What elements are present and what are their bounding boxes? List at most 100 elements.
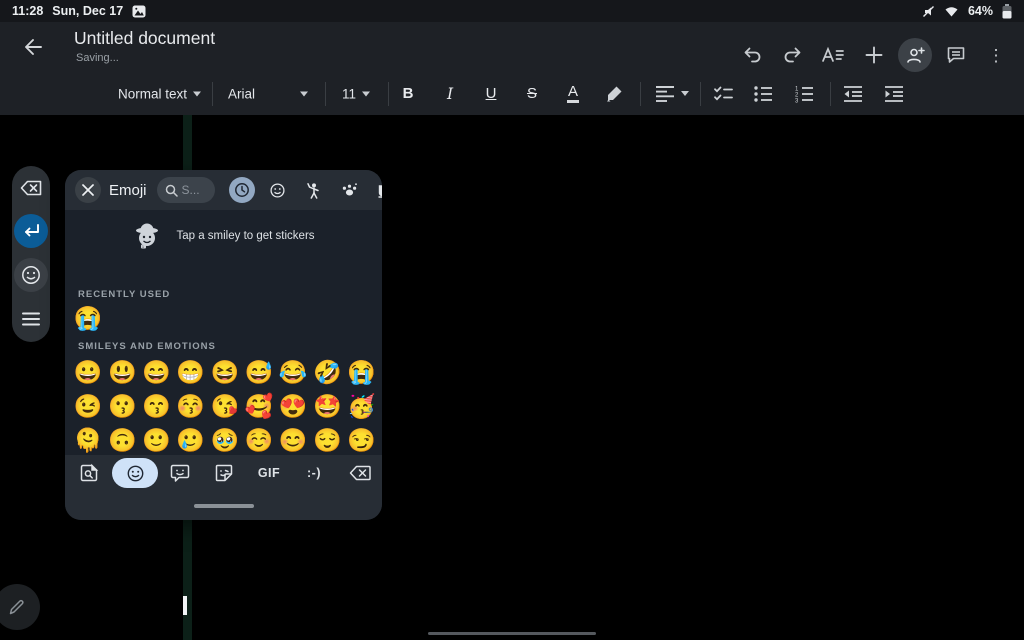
strikethrough-button[interactable]: S xyxy=(513,77,551,111)
emoji-item[interactable]: 😭 xyxy=(71,301,105,335)
emoji-item[interactable]: 😌 xyxy=(310,423,344,457)
numbered-list-button[interactable]: 123 xyxy=(785,77,823,111)
bulleted-list-button[interactable] xyxy=(744,77,782,111)
svg-text:1: 1 xyxy=(142,245,144,249)
undo-icon[interactable] xyxy=(732,35,772,75)
emoji-keyboard-button[interactable] xyxy=(14,258,48,292)
indent-button[interactable] xyxy=(875,77,913,111)
emoji-item[interactable]: 😏 xyxy=(345,423,379,457)
emoji-item[interactable]: 🙂 xyxy=(139,423,173,457)
emoji-item[interactable]: 😉 xyxy=(71,389,105,423)
emoji-item[interactable]: 😄 xyxy=(139,355,173,389)
emoji-item[interactable]: 😗 xyxy=(105,389,139,423)
font-size-dropdown[interactable]: 11 xyxy=(342,86,370,101)
back-icon[interactable] xyxy=(18,32,48,62)
paragraph-style-dropdown[interactable]: Normal text xyxy=(118,86,201,101)
checklist-icon xyxy=(713,85,733,103)
comment-icon[interactable] xyxy=(936,35,976,75)
status-bar: 11:28 Sun, Dec 17 64% xyxy=(0,0,1024,22)
smiley-icon xyxy=(20,264,42,286)
emoji-item[interactable]: 😊 xyxy=(276,423,310,457)
category-animals-nature[interactable] xyxy=(337,177,363,203)
emoji-item[interactable]: 🥳 xyxy=(345,389,379,423)
bold-button[interactable]: B xyxy=(389,77,427,111)
stickers-tab[interactable] xyxy=(170,463,190,483)
smileys-emotions-icon xyxy=(269,182,286,199)
emoji-item[interactable]: 😁 xyxy=(174,355,208,389)
emoji-item[interactable]: 😃 xyxy=(105,355,139,389)
clipboard-search-icon xyxy=(79,463,99,483)
indent-increase-icon xyxy=(884,85,904,103)
share-button[interactable] xyxy=(895,35,935,75)
format-text-icon[interactable] xyxy=(813,35,853,75)
menu-button[interactable] xyxy=(14,302,48,336)
redo-icon[interactable] xyxy=(772,35,812,75)
align-left-icon xyxy=(655,85,675,103)
emoji-item[interactable]: 😭 xyxy=(345,355,379,389)
underline-button[interactable]: U xyxy=(472,77,510,111)
indent-decrease-icon xyxy=(843,85,863,103)
emoji-category-tabs xyxy=(229,177,382,203)
emoji-grid-row: 😀😃😄😁😆😅😂🤣😭 xyxy=(71,355,379,389)
document-title[interactable]: Untitled document xyxy=(74,28,215,49)
divider xyxy=(830,82,831,106)
backspace-button[interactable] xyxy=(14,171,48,205)
panel-drag-handle[interactable] xyxy=(194,504,254,508)
emoji-item[interactable]: 🥲 xyxy=(174,423,208,457)
emoji-kitchen-tab[interactable] xyxy=(214,463,234,483)
category-people[interactable] xyxy=(301,177,327,203)
gif-tab[interactable]: GIF xyxy=(258,466,280,480)
gesture-navigation-bar[interactable] xyxy=(428,632,596,635)
emoji-item[interactable]: 😙 xyxy=(139,389,173,423)
emoji-item[interactable]: 🤣 xyxy=(310,355,344,389)
close-icon xyxy=(82,184,94,196)
emoji-search-input[interactable]: S... xyxy=(157,177,215,203)
category-smileys[interactable] xyxy=(265,177,291,203)
emoji-item[interactable]: 😘 xyxy=(208,389,242,423)
animals-nature-icon xyxy=(341,182,358,198)
insert-icon[interactable] xyxy=(854,35,894,75)
emoji-grid-row: 🫠🙃🙂🥲🥹☺️😊😌😏 xyxy=(71,423,379,457)
stickers-tab-icon xyxy=(170,463,190,483)
emoji-item[interactable]: 😅 xyxy=(242,355,276,389)
emoji-item[interactable]: 🫠 xyxy=(71,423,105,457)
text-cursor xyxy=(183,596,187,615)
category-recents[interactable] xyxy=(229,177,255,203)
emoji-tab-selected[interactable] xyxy=(112,458,158,488)
close-button[interactable] xyxy=(75,177,101,203)
highlight-button[interactable] xyxy=(595,77,633,111)
emoji-item[interactable]: 🥹 xyxy=(208,423,242,457)
font-family-value: Arial xyxy=(228,86,255,101)
category-food-drink[interactable] xyxy=(373,177,382,203)
emoji-item[interactable]: ☺️ xyxy=(242,423,276,457)
emoji-item[interactable]: 🤩 xyxy=(310,389,344,423)
enter-button[interactable] xyxy=(14,214,48,248)
emoji-item[interactable]: 😂 xyxy=(276,355,310,389)
divider xyxy=(640,82,641,106)
emoji-item[interactable]: 😍 xyxy=(276,389,310,423)
outdent-button[interactable] xyxy=(834,77,872,111)
emoji-item[interactable]: 😆 xyxy=(208,355,242,389)
clipboard-button[interactable] xyxy=(79,463,99,483)
panel-backspace-button[interactable] xyxy=(348,464,372,482)
text-color-button[interactable]: A xyxy=(554,77,592,111)
sticker-hint-row[interactable]: 1 Tap a smiley to get stickers xyxy=(65,222,382,250)
italic-button[interactable]: I xyxy=(431,77,469,111)
chevron-down-icon xyxy=(362,91,370,96)
emoticon-tab[interactable]: :-) xyxy=(307,466,321,480)
font-family-caret[interactable] xyxy=(300,91,308,96)
divider xyxy=(212,82,213,106)
font-family-dropdown[interactable]: Arial xyxy=(228,86,255,101)
emoji-item[interactable]: 🙃 xyxy=(105,423,139,457)
font-size-value: 11 xyxy=(342,86,356,101)
emoji-item[interactable]: 😚 xyxy=(174,389,208,423)
paragraph-style-value: Normal text xyxy=(118,86,187,101)
checklist-button[interactable] xyxy=(704,77,742,111)
align-dropdown[interactable] xyxy=(655,85,689,103)
emoji-item[interactable]: 😀 xyxy=(71,355,105,389)
overflow-menu-icon[interactable]: ⋮ xyxy=(976,35,1016,75)
chevron-down-icon xyxy=(193,91,201,96)
status-time: 11:28 xyxy=(12,4,43,18)
emoji-item[interactable]: 🥰 xyxy=(242,389,276,423)
hamburger-menu-icon xyxy=(22,312,40,326)
